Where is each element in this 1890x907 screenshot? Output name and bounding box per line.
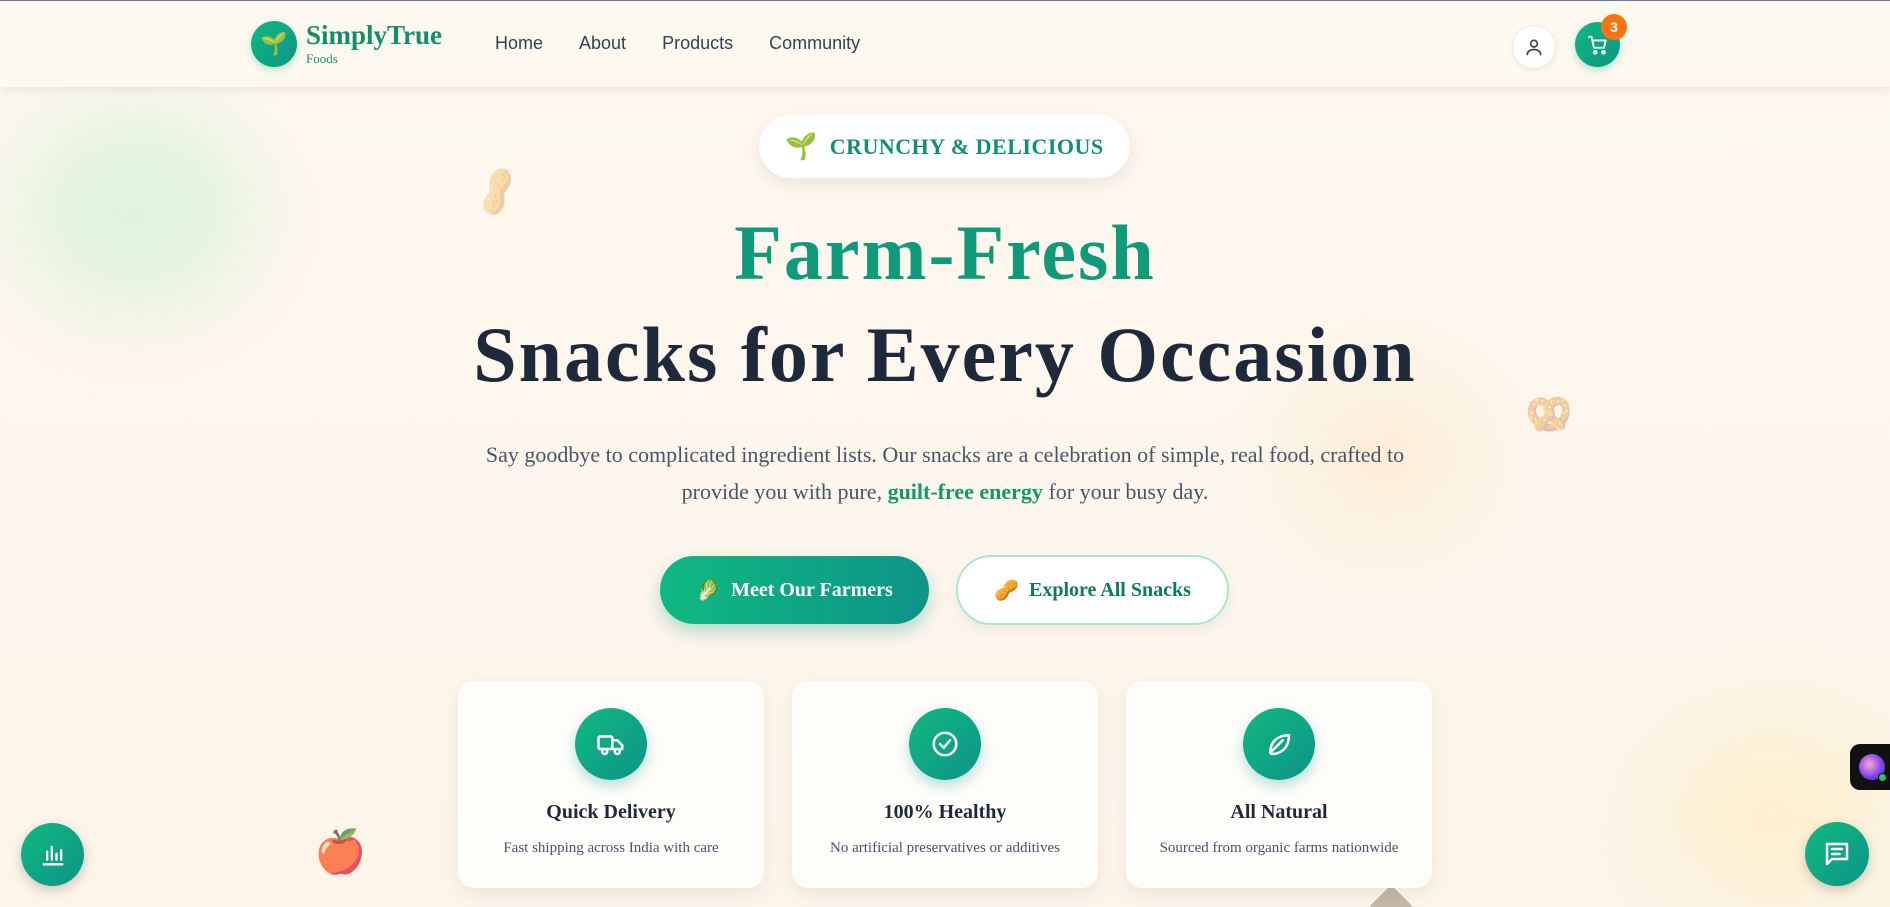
hero-description-end: for your busy day. xyxy=(1042,479,1209,504)
hero-description-highlight: guilt-free energy xyxy=(887,479,1043,504)
explore-snacks-label: Explore All Snacks xyxy=(1029,578,1191,601)
feature-title: 100% Healthy xyxy=(883,801,1007,823)
user-account-button[interactable] xyxy=(1512,25,1556,69)
check-circle-icon xyxy=(909,708,981,780)
peanut-icon: 🥜 xyxy=(994,579,1019,602)
meet-farmers-button[interactable]: 🥬 Meet Our Farmers xyxy=(660,556,929,624)
chat-button[interactable] xyxy=(1805,822,1869,886)
chat-icon xyxy=(1825,842,1849,866)
bar-chart-icon xyxy=(42,845,63,865)
brand-subtitle: Foods xyxy=(306,51,338,66)
explore-snacks-button[interactable]: 🥜 Explore All Snacks xyxy=(956,555,1229,625)
extension-avatar-icon xyxy=(1859,754,1887,782)
meet-farmers-label: Meet Our Farmers xyxy=(731,578,893,601)
nav-item-products[interactable]: Products xyxy=(662,33,733,54)
tagline-text: CRUNCHY & DELICIOUS xyxy=(829,133,1104,159)
feature-card-natural: All Natural Sourced from organic farms n… xyxy=(1126,681,1432,888)
feature-title: Quick Delivery xyxy=(546,801,676,823)
brand-name[interactable]: SimplyTrue xyxy=(306,20,442,51)
extension-widget-tab[interactable] xyxy=(1850,744,1890,790)
main-nav: Home About Products Community xyxy=(495,33,860,54)
leaf-icon xyxy=(1243,708,1315,780)
sprout-icon: 🌱 xyxy=(785,131,818,161)
apple-decoration-icon: 🍎 xyxy=(314,830,367,876)
hero-description: Say goodbye to complicated ingredient li… xyxy=(480,436,1410,510)
hero-title: Snacks for Every Occasion xyxy=(473,311,1417,398)
nav-item-home[interactable]: Home xyxy=(495,33,543,54)
feature-title: All Natural xyxy=(1230,801,1328,823)
feature-description: No artificial preservatives or additives xyxy=(830,840,1060,856)
feature-card-delivery: Quick Delivery Fast shipping across Indi… xyxy=(458,681,764,888)
feature-card-healthy: 100% Healthy No artificial preservatives… xyxy=(792,681,1098,888)
feature-description: Fast shipping across India with care xyxy=(503,840,719,856)
tagline-pill: 🌱 CRUNCHY & DELICIOUS xyxy=(759,115,1130,178)
nav-item-community[interactable]: Community xyxy=(769,33,860,54)
leafy-green-icon: 🥬 xyxy=(696,579,722,602)
logo-sprout-icon[interactable]: 🌱 xyxy=(251,21,297,67)
hero-title-highlight: Farm-Fresh xyxy=(734,209,1156,296)
diamond-decoration-icon xyxy=(1369,884,1413,907)
nav-item-about[interactable]: About xyxy=(579,33,626,54)
feature-description: Sourced from organic farms nationwide xyxy=(1159,840,1399,856)
truck-icon xyxy=(575,708,647,780)
analytics-button[interactable] xyxy=(21,823,84,886)
site-header: 🌱 SimplyTrue Foods Home About Products C… xyxy=(0,1,1890,87)
cart-count-badge: 3 xyxy=(1601,14,1627,40)
online-status-icon xyxy=(1878,773,1887,782)
user-icon xyxy=(1526,39,1542,56)
